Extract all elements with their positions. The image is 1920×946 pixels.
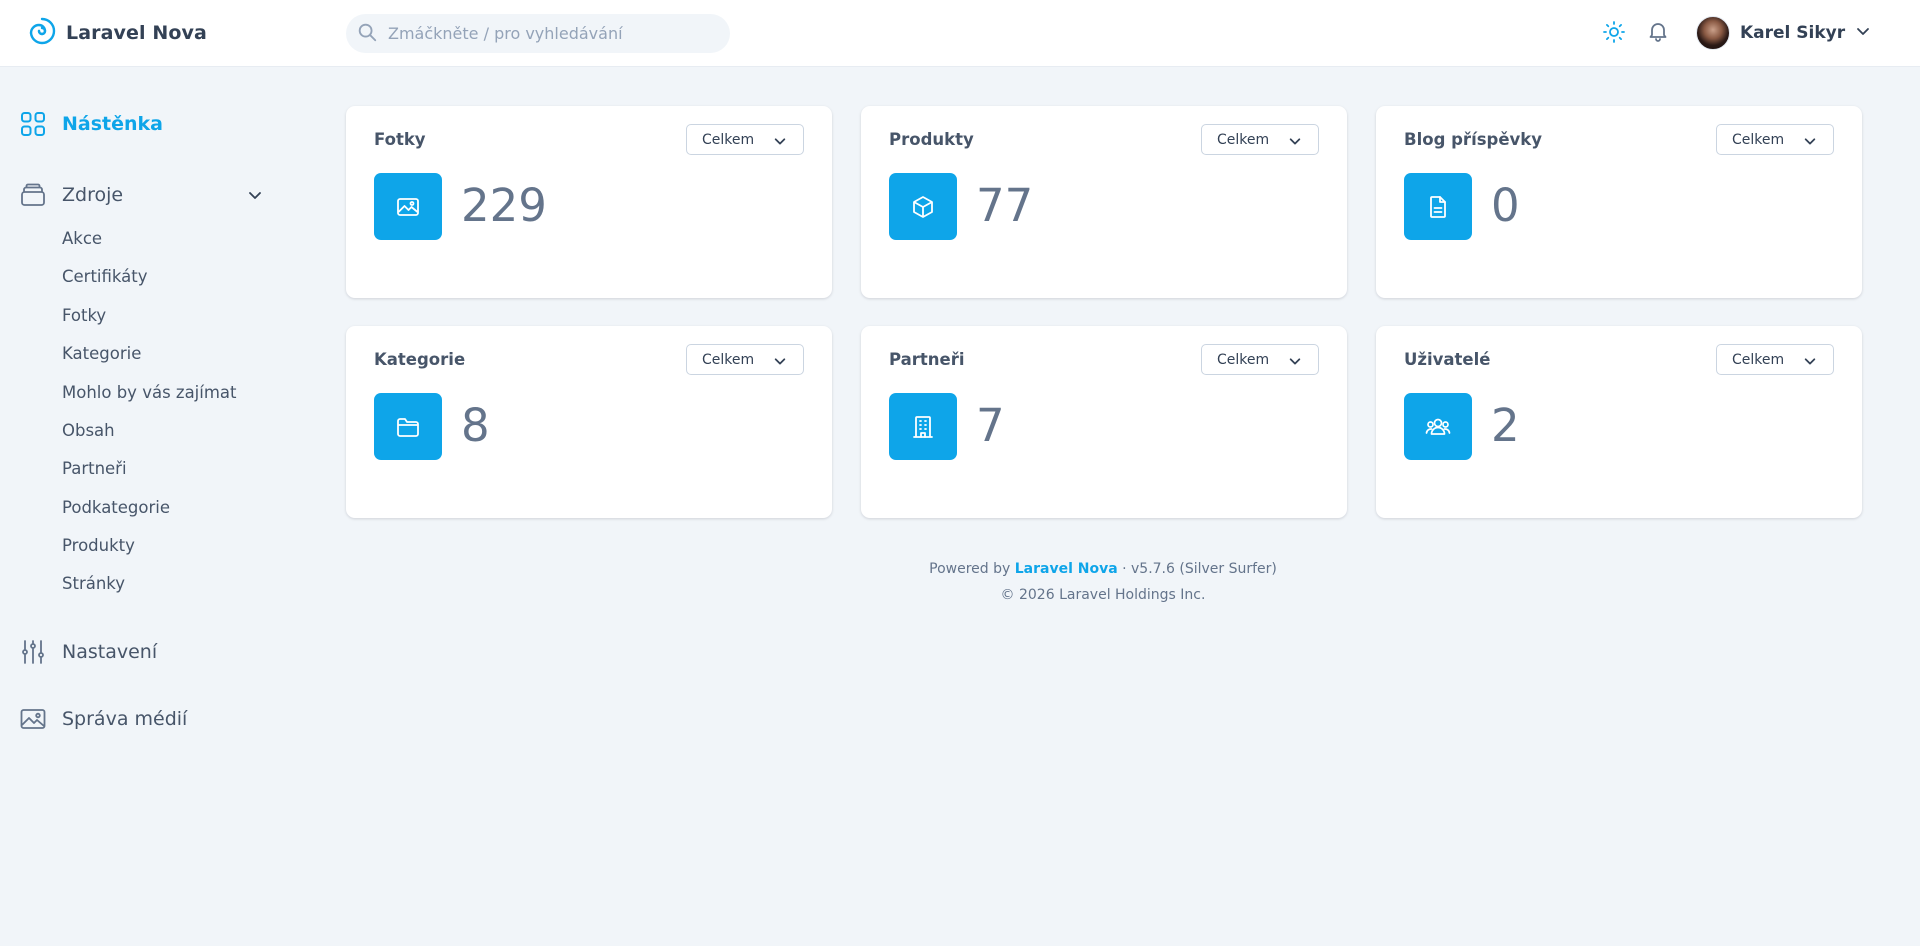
card-title: Produkty (889, 130, 974, 149)
sidebar-item-akce[interactable]: Akce (62, 229, 102, 248)
metric-value: 2 (1491, 399, 1520, 452)
copyright-text: © 2026 Laravel Holdings Inc. (1000, 587, 1206, 603)
global-search[interactable] (346, 14, 730, 53)
sidebar-item-stranky[interactable]: Stránky (62, 574, 125, 593)
range-select[interactable]: Celkem (1201, 344, 1319, 375)
range-select[interactable]: Celkem (686, 344, 804, 375)
sun-icon (1602, 20, 1626, 48)
card-title: Uživatelé (1404, 350, 1491, 369)
sidebar-item-podkategorie[interactable]: Podkategorie (62, 498, 170, 517)
metric-card-uzivatele: Uživatelé Celkem 2 (1376, 326, 1862, 518)
card-title: Partneři (889, 350, 965, 369)
chevron-down-icon (1855, 23, 1871, 43)
bell-icon (1646, 19, 1670, 47)
metric-value: 77 (976, 179, 1034, 232)
office-building-icon (889, 393, 957, 460)
theme-toggle-button[interactable] (1600, 20, 1628, 48)
sidebar-item-produkty[interactable]: Produkty (62, 536, 135, 555)
user-name: Karel Sikyr (1740, 22, 1846, 43)
avatar (1696, 15, 1730, 50)
users-icon (1404, 393, 1472, 460)
metric-value: 8 (461, 399, 490, 452)
sidebar-item-resources[interactable]: Zdroje (20, 178, 265, 212)
sidebar-item-media[interactable]: Správa médií (20, 702, 187, 736)
card-title: Blog příspěvky (1404, 130, 1543, 149)
range-select-value: Celkem (702, 131, 755, 148)
range-select-value: Celkem (1217, 131, 1270, 148)
range-select-value: Celkem (702, 351, 755, 368)
metric-card-partneri: Partneři Celkem 7 (861, 326, 1347, 518)
sidebar-item-partneri[interactable]: Partneři (62, 459, 127, 478)
search-icon (356, 21, 378, 47)
chevron-down-icon (773, 354, 787, 372)
brand-name: Laravel Nova (66, 22, 207, 44)
range-select[interactable]: Celkem (1716, 344, 1834, 375)
range-select[interactable]: Celkem (1201, 124, 1319, 155)
sidebar-item-label: Nástěnka (62, 113, 163, 135)
chevron-down-icon (1803, 354, 1817, 372)
brand-logo-link[interactable]: Laravel Nova (27, 17, 207, 49)
nova-logo-icon (27, 16, 57, 50)
sidebar-item-mohlo-by-vas-zajimat[interactable]: Mohlo by vás zajímat (62, 383, 237, 402)
metric-card-blog-prispevky: Blog příspěvky Celkem 0 (1376, 106, 1862, 298)
chevron-down-icon (1288, 134, 1302, 152)
metric-card-produkty: Produkty Celkem 77 (861, 106, 1347, 298)
top-header: Laravel Nova Karel Sikyr (0, 0, 1920, 67)
powered-by-line: Powered by Laravel Nova · v5.7.6 (Silver… (346, 556, 1860, 582)
chevron-down-icon (1803, 134, 1817, 152)
document-icon (1404, 173, 1472, 240)
page-footer: Powered by Laravel Nova · v5.7.6 (Silver… (346, 556, 1860, 608)
sidebar-item-dashboard[interactable]: Nástěnka (20, 107, 163, 141)
chevron-down-icon (247, 187, 263, 207)
folder-icon (374, 393, 442, 460)
notifications-button[interactable] (1644, 19, 1672, 47)
range-select-value: Celkem (1732, 351, 1785, 368)
sidebar-item-fotky[interactable]: Fotky (62, 306, 106, 325)
adjustments-icon (20, 635, 46, 669)
archive-icon (20, 178, 46, 212)
view-grid-icon (20, 107, 46, 141)
sidebar-item-label: Zdroje (62, 184, 124, 206)
sidebar-item-label: Nastavení (62, 641, 158, 663)
sidebar: Nástěnka Zdroje Akce Certifikáty Fotky K… (0, 67, 300, 946)
sidebar-item-obsah[interactable]: Obsah (62, 421, 115, 440)
sidebar-item-kategorie[interactable]: Kategorie (62, 344, 141, 363)
metric-value: 229 (461, 179, 547, 232)
search-input[interactable] (388, 24, 708, 43)
range-select-value: Celkem (1732, 131, 1785, 148)
metric-card-fotky: Fotky Celkem 229 (346, 106, 832, 298)
metric-card-kategorie: Kategorie Celkem 8 (346, 326, 832, 518)
range-select[interactable]: Celkem (1716, 124, 1834, 155)
sidebar-item-certifikaty[interactable]: Certifikáty (62, 267, 148, 286)
metric-value: 7 (976, 399, 1005, 452)
powered-by-prefix: Powered by (929, 561, 1011, 577)
range-select[interactable]: Celkem (686, 124, 804, 155)
sidebar-item-label: Správa médií (62, 708, 188, 730)
card-title: Fotky (374, 130, 426, 149)
chevron-down-icon (773, 134, 787, 152)
card-title: Kategorie (374, 350, 466, 369)
photograph-icon (20, 702, 46, 736)
user-menu[interactable]: Karel Sikyr (1696, 15, 1871, 50)
range-select-value: Celkem (1217, 351, 1270, 368)
metric-value: 0 (1491, 179, 1520, 232)
chevron-down-icon (1288, 354, 1302, 372)
laravel-nova-link[interactable]: Laravel Nova (1015, 561, 1118, 577)
image-icon (374, 173, 442, 240)
version-text: · v5.7.6 (Silver Surfer) (1122, 561, 1277, 577)
cube-icon (889, 173, 957, 240)
sidebar-item-settings[interactable]: Nastavení (20, 635, 157, 669)
